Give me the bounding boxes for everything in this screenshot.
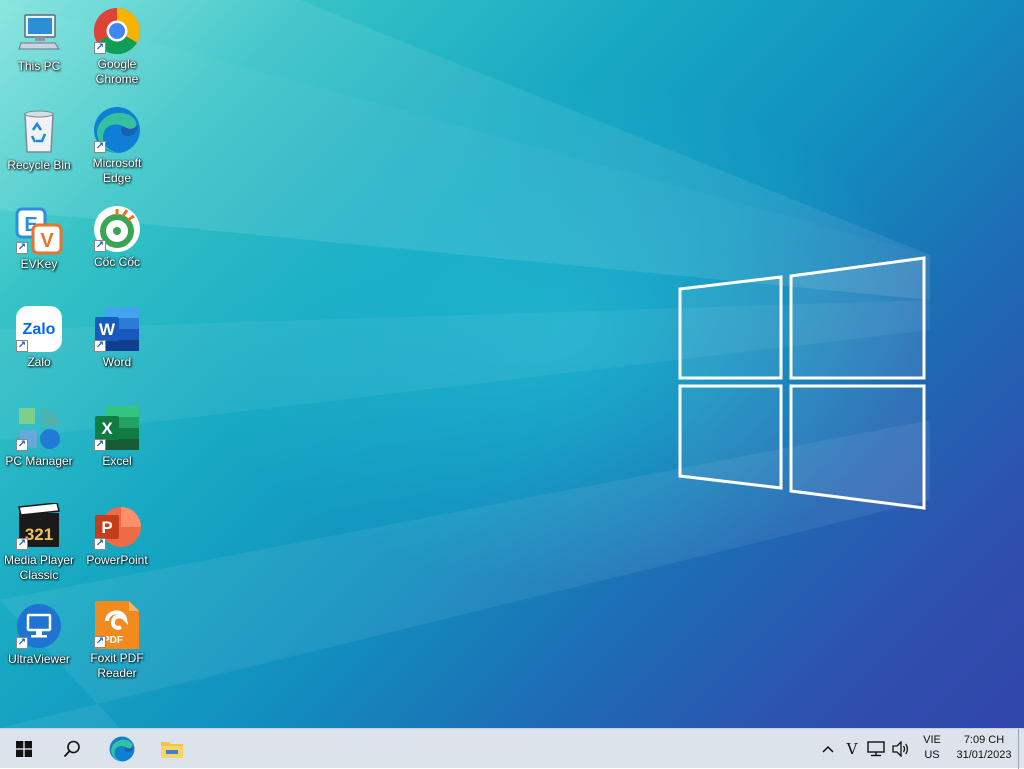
desktop-icon-label: Excel — [102, 454, 132, 468]
input-language-indicator[interactable]: VIE US — [916, 733, 948, 763]
desktop-icon-label: This PC — [17, 59, 61, 73]
shortcut-arrow-icon: ↗ — [94, 141, 106, 153]
shortcut-arrow-icon: ↗ — [16, 439, 28, 451]
network-button[interactable] — [864, 729, 888, 769]
shortcut-arrow-icon: ↗ — [16, 242, 28, 254]
shortcut-arrow-icon: ↗ — [16, 340, 28, 352]
evkey-tray-button[interactable]: V — [842, 729, 862, 769]
search-icon — [63, 740, 80, 758]
svg-text:P: P — [101, 518, 112, 537]
shortcut-arrow-icon: ↗ — [94, 42, 106, 54]
desktop-icon-label: Foxit PDF Reader — [90, 651, 144, 680]
clock-date: 31/01/2023 — [956, 749, 1012, 761]
file-explorer-button[interactable] — [148, 729, 196, 769]
desktop-icon-label: Zalo — [27, 355, 51, 369]
windows-wallpaper-logo — [678, 256, 926, 510]
desktop-icon-pc-manager[interactable]: ↗ PC Manager — [1, 404, 77, 469]
desktop-icon-microsoft-edge[interactable]: ↗ Microsoft Edge — [79, 106, 155, 186]
speaker-icon — [892, 741, 909, 757]
shortcut-arrow-icon: ↗ — [16, 538, 28, 550]
desktop-icon-foxit-pdf-reader[interactable]: PDF ↗ Foxit PDF Reader — [79, 601, 155, 681]
svg-text:X: X — [101, 419, 113, 438]
keyboard-layout: US — [924, 749, 940, 761]
computer-icon — [18, 14, 60, 50]
shortcut-arrow-icon: ↗ — [94, 636, 106, 648]
desktop-icon-ultraviewer[interactable]: ↗ UltraViewer — [1, 602, 77, 667]
clock-time: 7:09 CH — [963, 734, 1005, 746]
evkey-tray-icon: V — [846, 740, 858, 758]
desktop-icon-label: Recycle Bin — [7, 158, 71, 172]
recycle-bin-icon — [24, 110, 54, 153]
desktop-icon-media-player-classic[interactable]: 321 ↗ Media Player Classic — [1, 503, 77, 583]
network-icon — [867, 741, 885, 757]
desktop-icon-evkey[interactable]: E V ↗ EVKey — [1, 207, 77, 272]
edge-taskbar-button[interactable] — [98, 729, 146, 769]
desktop-icon-label: Cốc Cốc — [93, 255, 140, 269]
svg-text:PDF: PDF — [103, 635, 123, 646]
desktop: This PC Recycle Bin E V ↗ EVKey Zalo ↗ Z… — [0, 0, 1024, 728]
volume-button[interactable] — [890, 729, 912, 769]
windows-logo-icon — [16, 741, 32, 757]
desktop-icon-label: UltraViewer — [8, 652, 70, 666]
svg-text:Zalo: Zalo — [23, 321, 56, 338]
search-button[interactable] — [48, 729, 96, 769]
desktop-icon-label: Media Player Classic — [3, 553, 75, 582]
shortcut-arrow-icon: ↗ — [94, 240, 106, 252]
shortcut-arrow-icon: ↗ — [94, 538, 106, 550]
desktop-icon-this-pc[interactable]: This PC — [1, 9, 77, 74]
desktop-icon-word[interactable]: W ↗ Word — [79, 305, 155, 370]
desktop-icon-label: PowerPoint — [86, 553, 148, 567]
shortcut-arrow-icon: ↗ — [94, 340, 106, 352]
desktop-icon-label: PC Manager — [5, 454, 73, 468]
desktop-icon-recycle-bin[interactable]: Recycle Bin — [1, 108, 77, 173]
start-button[interactable] — [0, 729, 48, 769]
desktop-icon-zalo[interactable]: Zalo ↗ Zalo — [1, 305, 77, 370]
clock[interactable]: 7:09 CH 31/01/2023 — [952, 733, 1016, 763]
desktop-icon-excel[interactable]: X ↗ Excel — [79, 404, 155, 469]
svg-text:321: 321 — [25, 525, 53, 544]
taskbar: V VIE US 7:09 CH 31/01/2023 — [0, 728, 1024, 769]
desktop-icon-label: EVKey — [20, 257, 58, 271]
desktop-icon-coc-coc[interactable]: ↗ Cốc Cốc — [79, 205, 155, 270]
svg-text:V: V — [40, 230, 54, 252]
show-desktop-button[interactable] — [1018, 729, 1024, 769]
show-hidden-icons-button[interactable] — [818, 729, 838, 769]
desktop-icon-label: Microsoft Edge — [92, 156, 142, 185]
desktop-icon-label: Word — [102, 355, 132, 369]
svg-text:W: W — [99, 320, 116, 339]
language-code: VIE — [923, 734, 941, 746]
chevron-up-icon — [822, 745, 834, 753]
desktop-icon-powerpoint[interactable]: P ↗ PowerPoint — [79, 503, 155, 568]
folder-icon — [161, 742, 183, 758]
desktop-icon-label: Google Chrome — [95, 57, 139, 86]
desktop-icon-google-chrome[interactable]: ↗ Google Chrome — [79, 7, 155, 87]
shortcut-arrow-icon: ↗ — [16, 637, 28, 649]
edge-icon — [109, 736, 135, 762]
shortcut-arrow-icon: ↗ — [94, 439, 106, 451]
